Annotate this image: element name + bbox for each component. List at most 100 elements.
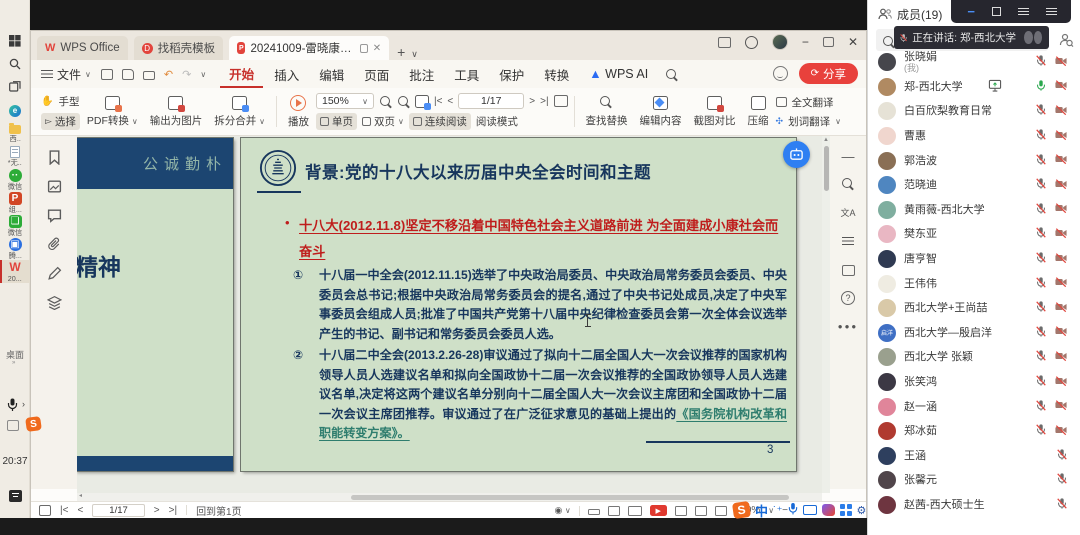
menu-tab-8[interactable]: 转换 <box>535 62 578 87</box>
camera-muted-icon[interactable] <box>1054 252 1068 267</box>
next-page-button[interactable]: > <box>529 96 535 107</box>
split-merge-button[interactable]: 拆分合并 ∨ <box>209 90 270 133</box>
menu-tab-4[interactable]: 页面 <box>355 62 398 87</box>
hand-tool-button[interactable]: ✋手型 <box>41 94 80 109</box>
close-button[interactable]: ✕ <box>848 35 858 49</box>
ime-cursor-icon[interactable]: ˙⁺ <box>773 504 782 517</box>
statusbar-last-page[interactable]: >| <box>169 505 177 516</box>
menu-tab-5[interactable]: 批注 <box>400 62 443 87</box>
edit-content-button[interactable]: 编辑内容 <box>635 90 687 133</box>
meeting-layout-icon[interactable] <box>1046 8 1055 16</box>
camera-muted-icon[interactable] <box>1054 325 1068 340</box>
desktop-toolbar-chevron[interactable]: » <box>12 360 15 366</box>
camera-muted-icon[interactable] <box>1054 276 1068 291</box>
mic-muted-icon[interactable] <box>1035 276 1047 292</box>
participant-row[interactable]: 王伟伟 <box>868 271 1080 296</box>
menu-tab-7[interactable]: 保护 <box>490 62 533 87</box>
vertical-scrollbar-thumb[interactable] <box>824 146 829 191</box>
tab-current-document[interactable]: P 20241009-雷晓康-贯彻党的二 ✕ <box>229 36 389 60</box>
new-tab-button[interactable]: + <box>397 44 405 60</box>
participant-row[interactable]: 启洋西北大学—殷启洋 <box>868 321 1080 346</box>
participant-row[interactable]: 樊东亚 <box>868 222 1080 247</box>
taskbar-item-search-icon[interactable] <box>0 53 30 76</box>
taskbar-item-wechat-icon[interactable]: ··微信 <box>0 168 30 191</box>
participant-row[interactable]: 张馨元 <box>868 468 1080 493</box>
taskbar-item-wechat-window-icon[interactable]: ❏微信 <box>0 214 30 237</box>
tray-mic-icon[interactable] <box>7 398 18 414</box>
rail-more-icon[interactable]: ●●● <box>840 318 856 334</box>
pen-annotation-icon[interactable] <box>47 266 62 281</box>
export-image-button[interactable]: 输出为图片 <box>145 90 208 133</box>
statusbar-page-indicator[interactable]: 1/17 <box>92 504 145 517</box>
participant-row[interactable]: 唐亨智 <box>868 247 1080 272</box>
taskbar-item-wps-icon[interactable]: W20... <box>0 260 30 283</box>
ime-voice-icon[interactable] <box>788 502 798 518</box>
full-translate-button[interactable]: 全文翻译 <box>776 95 841 110</box>
pdf-page-current[interactable]: 背景:党的十八大以来历届中央全会时间和主题 • 十八大(2012.11.8)坚定… <box>241 138 796 471</box>
participant-row[interactable]: 张晓娟(我) <box>868 50 1080 75</box>
menu-tab-9[interactable]: ▲ WPS AI <box>580 64 657 84</box>
mic-muted-icon[interactable] <box>1056 448 1068 464</box>
tab-window-icon[interactable] <box>360 44 368 53</box>
camera-muted-icon[interactable] <box>1054 129 1068 144</box>
minimize-button[interactable]: − <box>802 35 809 49</box>
file-menu[interactable]: 文件∨ <box>41 66 91 83</box>
horizontal-scrollbar[interactable]: ◂ <box>77 493 822 501</box>
continuous-read-button[interactable]: 连续阅读 <box>409 113 471 130</box>
zoom-in-icon[interactable] <box>397 95 410 108</box>
camera-muted-icon[interactable] <box>1054 350 1068 365</box>
prev-page-button[interactable]: < <box>447 96 453 107</box>
redo-icon[interactable]: ↷ <box>182 68 191 81</box>
select-tool-button[interactable]: ▻选择 <box>41 113 80 130</box>
rail-ocr-icon[interactable] <box>840 262 856 278</box>
fit-page-icon[interactable] <box>675 506 687 516</box>
screenshot-compare-button[interactable]: 截图对比 <box>689 90 741 133</box>
mic-muted-icon[interactable] <box>1035 374 1047 390</box>
find-member-icon[interactable] <box>1058 32 1074 51</box>
mic-muted-icon[interactable] <box>1035 103 1047 119</box>
share-button[interactable]: ⟳分享 <box>799 63 858 84</box>
rail-settings-icon[interactable] <box>840 233 856 249</box>
menu-tab-2[interactable]: 插入 <box>265 62 308 87</box>
continuous-view-icon[interactable] <box>588 509 600 515</box>
undo-icon[interactable]: ↶ <box>164 68 173 81</box>
tab-wps-office[interactable]: W WPS Office <box>37 36 128 60</box>
participant-row[interactable]: 郑冰茹 <box>868 419 1080 444</box>
camera-muted-icon[interactable] <box>1054 178 1068 193</box>
participant-row[interactable]: 赵一涵 <box>868 394 1080 419</box>
camera-muted-icon[interactable] <box>1054 227 1068 242</box>
mic-muted-icon[interactable] <box>1035 251 1047 267</box>
restore-button[interactable] <box>823 37 834 47</box>
ui-mode-icon[interactable] <box>773 66 788 81</box>
system-clock[interactable]: 20:37 <box>0 456 30 467</box>
horizontal-scrollbar-thumb[interactable] <box>351 495 789 500</box>
menu-tab-1[interactable]: 开始 <box>220 61 263 88</box>
taskbar-item-notepad-icon[interactable]: *无.. <box>0 145 30 168</box>
last-page-button[interactable]: >| <box>540 96 548 107</box>
mic-muted-icon[interactable] <box>1035 349 1047 365</box>
camera-muted-icon[interactable] <box>1054 424 1068 439</box>
rotate-doc-icon[interactable] <box>415 95 429 108</box>
mic-muted-icon[interactable] <box>1035 423 1047 439</box>
first-page-button[interactable]: |< <box>434 96 442 107</box>
bookmark-icon[interactable] <box>47 150 62 165</box>
mic-muted-icon[interactable] <box>1056 497 1068 513</box>
vertical-scrollbar[interactable]: ▲ <box>822 136 830 493</box>
meeting-menu-icon[interactable] <box>1018 8 1029 16</box>
fit-width-icon[interactable] <box>695 506 707 516</box>
mic-muted-icon[interactable] <box>1035 399 1047 415</box>
taskbar-item-taskview-icon[interactable] <box>0 76 30 99</box>
taskbar-item-powerpoint-icon[interactable]: P组... <box>0 191 30 214</box>
participant-row[interactable]: 郭浩波 <box>868 148 1080 173</box>
save-icon[interactable] <box>122 69 134 80</box>
zoom-select[interactable]: 150%∨ <box>316 93 374 109</box>
participant-row[interactable]: 张笑鸿 <box>868 370 1080 395</box>
mic-muted-icon[interactable] <box>1035 300 1047 316</box>
double-page-button[interactable]: 双页∨ <box>362 114 404 129</box>
tray-sogou-icon[interactable]: S <box>25 416 42 432</box>
sogou-logo-icon[interactable]: S <box>732 501 751 519</box>
view-eye-icon[interactable]: ◉ ∨ <box>555 505 571 516</box>
rail-search-icon[interactable] <box>841 177 855 191</box>
actual-size-icon[interactable] <box>715 506 727 516</box>
double-page-view-icon[interactable] <box>628 506 642 516</box>
